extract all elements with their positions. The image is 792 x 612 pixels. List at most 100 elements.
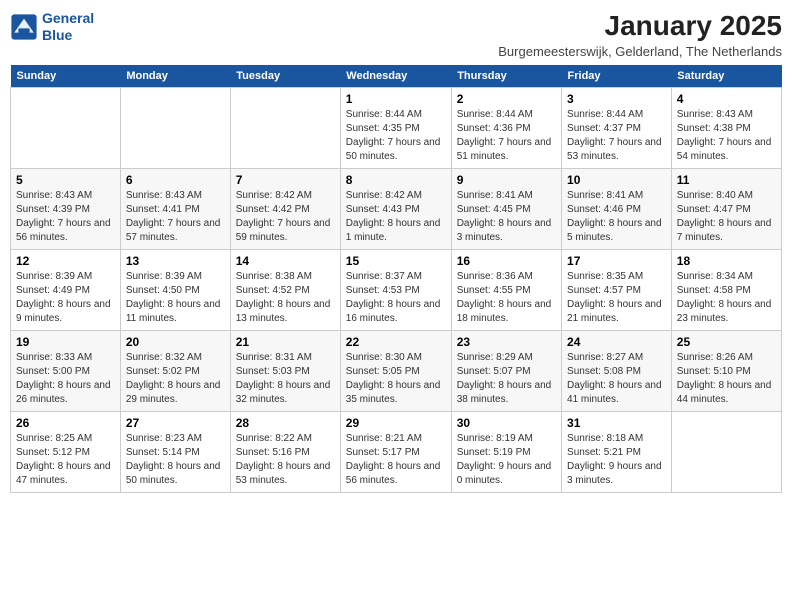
day-number: 23	[457, 335, 556, 349]
day-info: Sunrise: 8:41 AM Sunset: 4:45 PM Dayligh…	[457, 189, 556, 245]
calendar-cell: 24 Sunrise: 8:27 AM Sunset: 5:08 PM Dayli…	[562, 331, 672, 412]
day-number: 10	[567, 173, 666, 187]
day-number: 20	[126, 335, 225, 349]
calendar-cell: 11 Sunrise: 8:40 AM Sunset: 4:47 PM Dayli…	[671, 169, 781, 250]
day-number: 13	[126, 254, 225, 268]
calendar-cell: 1Sunrise: 8:44 AM Sunset: 4:35 PM Daylig…	[340, 88, 451, 169]
header: General Blue January 2025 Burgemeestersw…	[10, 10, 782, 59]
calendar-cell: 4 Sunrise: 8:43 AM Sunset: 4:38 PM Daylig…	[671, 88, 781, 169]
logo-text: General Blue	[42, 10, 94, 44]
calendar-cell: 20Sunrise: 8:32 AM Sunset: 5:02 PM Dayli…	[120, 331, 230, 412]
calendar-cell: 21Sunrise: 8:31 AM Sunset: 5:03 PM Dayli…	[230, 331, 340, 412]
day-number: 8	[346, 173, 446, 187]
day-info: Sunrise: 8:35 AM Sunset: 4:57 PM Dayligh…	[567, 270, 666, 326]
day-info: Sunrise: 8:26 AM Sunset: 5:10 PM Dayligh…	[677, 351, 776, 407]
logo: General Blue	[10, 10, 94, 44]
calendar-cell: 5 Sunrise: 8:43 AM Sunset: 4:39 PM Daylig…	[11, 169, 121, 250]
day-number: 28	[236, 416, 335, 430]
day-info: Sunrise: 8:34 AM Sunset: 4:58 PM Dayligh…	[677, 270, 776, 326]
title-section: January 2025 Burgemeesterswijk, Gelderla…	[498, 10, 782, 59]
calendar-week-row: 26Sunrise: 8:25 AM Sunset: 5:12 PM Dayli…	[11, 412, 782, 493]
day-info: Sunrise: 8:22 AM Sunset: 5:16 PM Dayligh…	[236, 432, 335, 488]
header-thursday: Thursday	[451, 65, 561, 88]
day-info: Sunrise: 8:42 AM Sunset: 4:42 PM Dayligh…	[236, 189, 335, 245]
calendar-cell	[120, 88, 230, 169]
day-info: Sunrise: 8:41 AM Sunset: 4:46 PM Dayligh…	[567, 189, 666, 245]
day-number: 7	[236, 173, 335, 187]
day-number: 6	[126, 173, 225, 187]
month-title: January 2025	[498, 10, 782, 42]
calendar-cell: 19 Sunrise: 8:33 AM Sunset: 5:00 PM Dayli…	[11, 331, 121, 412]
day-info: Sunrise: 8:43 AM Sunset: 4:38 PM Dayligh…	[677, 108, 776, 164]
calendar-week-row: 12 Sunrise: 8:39 AM Sunset: 4:49 PM Dayli…	[11, 250, 782, 331]
day-info: Sunrise: 8:36 AM Sunset: 4:55 PM Dayligh…	[457, 270, 556, 326]
day-info: Sunrise: 8:37 AM Sunset: 4:53 PM Dayligh…	[346, 270, 446, 326]
day-number: 11	[677, 173, 776, 187]
day-info: Sunrise: 8:33 AM Sunset: 5:00 PM Dayligh…	[16, 351, 115, 407]
day-number: 9	[457, 173, 556, 187]
day-number: 14	[236, 254, 335, 268]
header-tuesday: Tuesday	[230, 65, 340, 88]
day-number: 22	[346, 335, 446, 349]
day-number: 15	[346, 254, 446, 268]
day-info: Sunrise: 8:23 AM Sunset: 5:14 PM Dayligh…	[126, 432, 225, 488]
calendar-header-row: SundayMondayTuesdayWednesdayThursdayFrid…	[11, 65, 782, 88]
calendar-cell: 7 Sunrise: 8:42 AM Sunset: 4:42 PM Daylig…	[230, 169, 340, 250]
day-info: Sunrise: 8:39 AM Sunset: 4:49 PM Dayligh…	[16, 270, 115, 326]
calendar-cell: 23Sunrise: 8:29 AM Sunset: 5:07 PM Dayli…	[451, 331, 561, 412]
day-info: Sunrise: 8:18 AM Sunset: 5:21 PM Dayligh…	[567, 432, 666, 488]
day-number: 30	[457, 416, 556, 430]
day-info: Sunrise: 8:43 AM Sunset: 4:41 PM Dayligh…	[126, 189, 225, 245]
day-number: 12	[16, 254, 115, 268]
day-info: Sunrise: 8:40 AM Sunset: 4:47 PM Dayligh…	[677, 189, 776, 245]
day-info: Sunrise: 8:43 AM Sunset: 4:39 PM Dayligh…	[16, 189, 115, 245]
day-info: Sunrise: 8:19 AM Sunset: 5:19 PM Dayligh…	[457, 432, 556, 488]
day-info: Sunrise: 8:27 AM Sunset: 5:08 PM Dayligh…	[567, 351, 666, 407]
calendar-cell	[230, 88, 340, 169]
day-info: Sunrise: 8:39 AM Sunset: 4:50 PM Dayligh…	[126, 270, 225, 326]
header-monday: Monday	[120, 65, 230, 88]
calendar-cell: 13 Sunrise: 8:39 AM Sunset: 4:50 PM Dayli…	[120, 250, 230, 331]
day-number: 17	[567, 254, 666, 268]
calendar-cell: 22 Sunrise: 8:30 AM Sunset: 5:05 PM Dayli…	[340, 331, 451, 412]
day-number: 5	[16, 173, 115, 187]
day-info: Sunrise: 8:25 AM Sunset: 5:12 PM Dayligh…	[16, 432, 115, 488]
day-number: 31	[567, 416, 666, 430]
day-number: 24	[567, 335, 666, 349]
day-number: 4	[677, 92, 776, 106]
calendar-cell: 6 Sunrise: 8:43 AM Sunset: 4:41 PM Daylig…	[120, 169, 230, 250]
calendar-cell: 25Sunrise: 8:26 AM Sunset: 5:10 PM Dayli…	[671, 331, 781, 412]
day-info: Sunrise: 8:21 AM Sunset: 5:17 PM Dayligh…	[346, 432, 446, 488]
day-info: Sunrise: 8:30 AM Sunset: 5:05 PM Dayligh…	[346, 351, 446, 407]
calendar-cell: 16 Sunrise: 8:36 AM Sunset: 4:55 PM Dayli…	[451, 250, 561, 331]
logo-icon	[10, 13, 38, 41]
calendar-cell: 17 Sunrise: 8:35 AM Sunset: 4:57 PM Dayli…	[562, 250, 672, 331]
calendar-week-row: 5 Sunrise: 8:43 AM Sunset: 4:39 PM Daylig…	[11, 169, 782, 250]
calendar-cell: 8 Sunrise: 8:42 AM Sunset: 4:43 PM Daylig…	[340, 169, 451, 250]
calendar-cell: 18Sunrise: 8:34 AM Sunset: 4:58 PM Dayli…	[671, 250, 781, 331]
day-number: 27	[126, 416, 225, 430]
day-info: Sunrise: 8:44 AM Sunset: 4:36 PM Dayligh…	[457, 108, 556, 164]
calendar-cell: 30 Sunrise: 8:19 AM Sunset: 5:19 PM Dayli…	[451, 412, 561, 493]
day-number: 19	[16, 335, 115, 349]
calendar-cell: 28 Sunrise: 8:22 AM Sunset: 5:16 PM Dayli…	[230, 412, 340, 493]
header-friday: Friday	[562, 65, 672, 88]
day-info: Sunrise: 8:42 AM Sunset: 4:43 PM Dayligh…	[346, 189, 446, 245]
logo-line1: General	[42, 10, 94, 26]
header-wednesday: Wednesday	[340, 65, 451, 88]
day-number: 1	[346, 92, 446, 106]
calendar-cell: 26Sunrise: 8:25 AM Sunset: 5:12 PM Dayli…	[11, 412, 121, 493]
day-number: 2	[457, 92, 556, 106]
calendar-cell: 31 Sunrise: 8:18 AM Sunset: 5:21 PM Dayli…	[562, 412, 672, 493]
calendar-week-row: 1Sunrise: 8:44 AM Sunset: 4:35 PM Daylig…	[11, 88, 782, 169]
day-number: 3	[567, 92, 666, 106]
header-saturday: Saturday	[671, 65, 781, 88]
location-subtitle: Burgemeesterswijk, Gelderland, The Nethe…	[498, 44, 782, 59]
calendar-cell: 15 Sunrise: 8:37 AM Sunset: 4:53 PM Dayli…	[340, 250, 451, 331]
calendar-table: SundayMondayTuesdayWednesdayThursdayFrid…	[10, 65, 782, 493]
calendar-cell: 14Sunrise: 8:38 AM Sunset: 4:52 PM Dayli…	[230, 250, 340, 331]
calendar-cell: 27 Sunrise: 8:23 AM Sunset: 5:14 PM Dayli…	[120, 412, 230, 493]
calendar-week-row: 19 Sunrise: 8:33 AM Sunset: 5:00 PM Dayli…	[11, 331, 782, 412]
day-number: 16	[457, 254, 556, 268]
calendar-cell	[11, 88, 121, 169]
